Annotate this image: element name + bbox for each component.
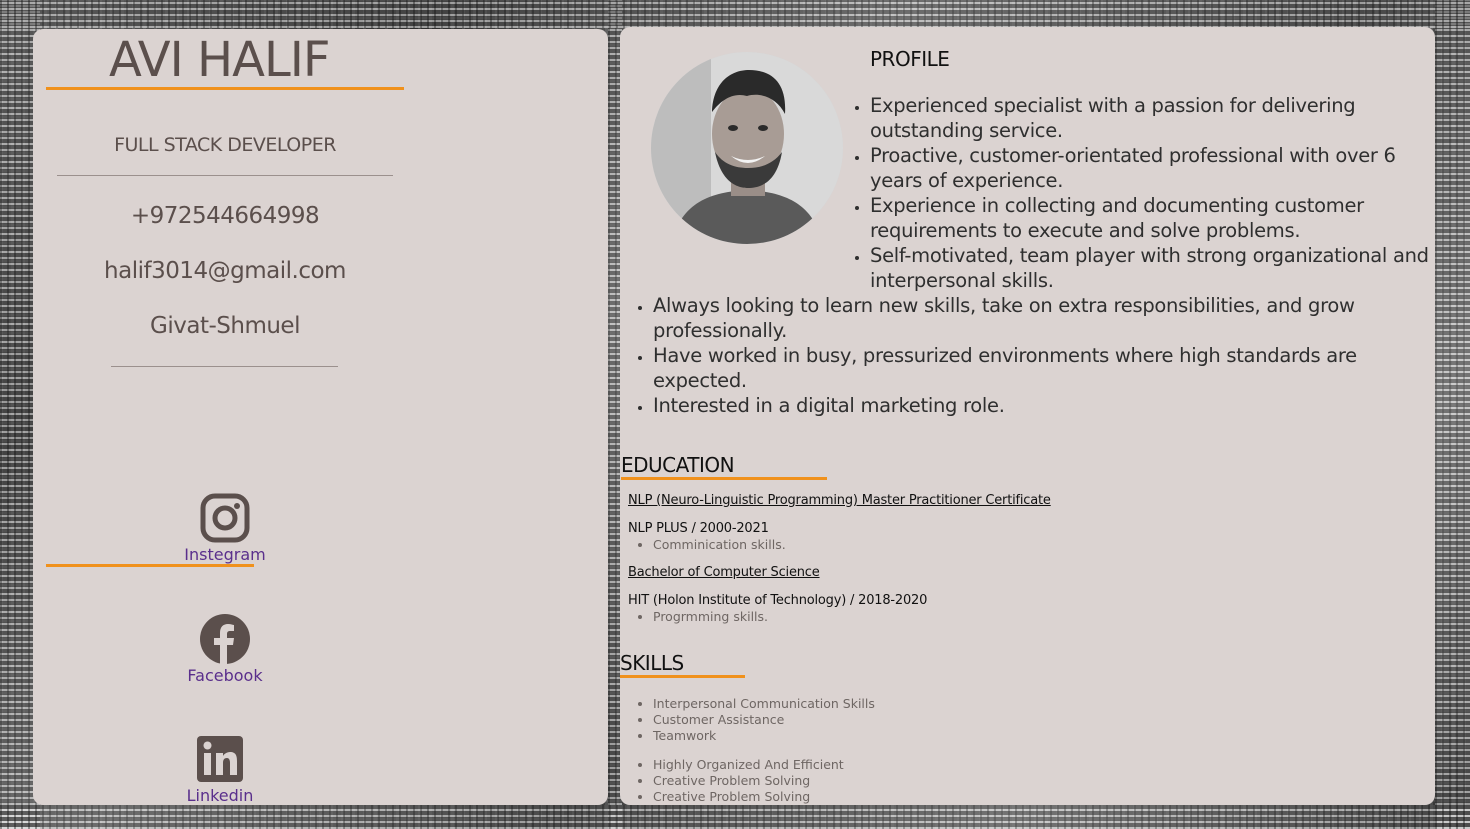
person-name: AVI HALIF [109, 32, 330, 88]
list-item: Customer Assistance [653, 712, 875, 728]
list-item: Experience in collecting and documenting… [870, 193, 1430, 243]
education-org: NLP PLUS / 2000-2021 [628, 521, 769, 536]
name-underline [46, 87, 404, 90]
profile-heading: PROFILE [870, 47, 950, 71]
education-link-bachelor[interactable]: Bachelor of Computer Science [628, 565, 820, 580]
divider [57, 175, 393, 176]
facebook-label: Facebook [187, 666, 263, 685]
list-item: Interested in a digital marketing role. [653, 393, 1413, 418]
list-item: Progrmming skills. [653, 609, 768, 625]
facebook-icon [200, 614, 250, 664]
list-item: Highly Organized And Efficient [653, 757, 844, 773]
list-item: Creative Problem Solving [653, 773, 844, 789]
phone-number: +972544664998 [130, 203, 320, 229]
list-item: Teamwork [653, 728, 875, 744]
location: Givat-Shmuel [150, 313, 300, 339]
list-item: Creative Problem Solving [653, 789, 844, 805]
profile-photo [651, 52, 843, 244]
list-item: Comminication skills. [653, 537, 786, 553]
linkedin-label: Linkedin [186, 786, 254, 805]
instagram-label: Instegram [184, 545, 266, 564]
list-item: Interpersonal Communication Skills [653, 696, 875, 712]
skills-list: Interpersonal Communication Skills Custo… [653, 696, 875, 744]
skills-heading: SKILLS [620, 651, 684, 675]
social-underline [46, 564, 254, 567]
job-title: FULL STACK DEVELOPER [114, 134, 336, 156]
list-item: Self-motivated, team player with strong … [870, 243, 1430, 293]
email-address: halif3014@gmail.com [104, 258, 346, 284]
education-details: Progrmming skills. [653, 609, 768, 625]
profile-list-continued: Always looking to learn new skills, take… [653, 293, 1413, 418]
skills-list: Highly Organized And Efficient Creative … [653, 757, 844, 805]
education-link-nlp[interactable]: NLP (Neuro-Linguistic Programming) Maste… [628, 493, 1051, 508]
instagram-icon [200, 493, 250, 543]
list-item: Experienced specialist with a passion fo… [870, 93, 1430, 143]
profile-list: Experienced specialist with a passion fo… [870, 93, 1430, 293]
list-item: Always looking to learn new skills, take… [653, 293, 1413, 343]
list-item: Have worked in busy, pressurized environ… [653, 343, 1413, 393]
linkedin-icon [195, 734, 245, 784]
education-org: HIT (Holon Institute of Technology) / 20… [628, 593, 928, 608]
linkedin-link[interactable]: Linkedin [145, 734, 295, 805]
education-heading: EDUCATION [621, 453, 735, 477]
list-item: Proactive, customer-orientated professio… [870, 143, 1430, 193]
education-underline [621, 477, 827, 480]
facebook-link[interactable]: Facebook [150, 614, 300, 685]
divider [111, 366, 338, 367]
skills-underline [620, 675, 745, 678]
instagram-link[interactable]: Instegram [150, 493, 300, 564]
education-details: Comminication skills. [653, 537, 786, 553]
